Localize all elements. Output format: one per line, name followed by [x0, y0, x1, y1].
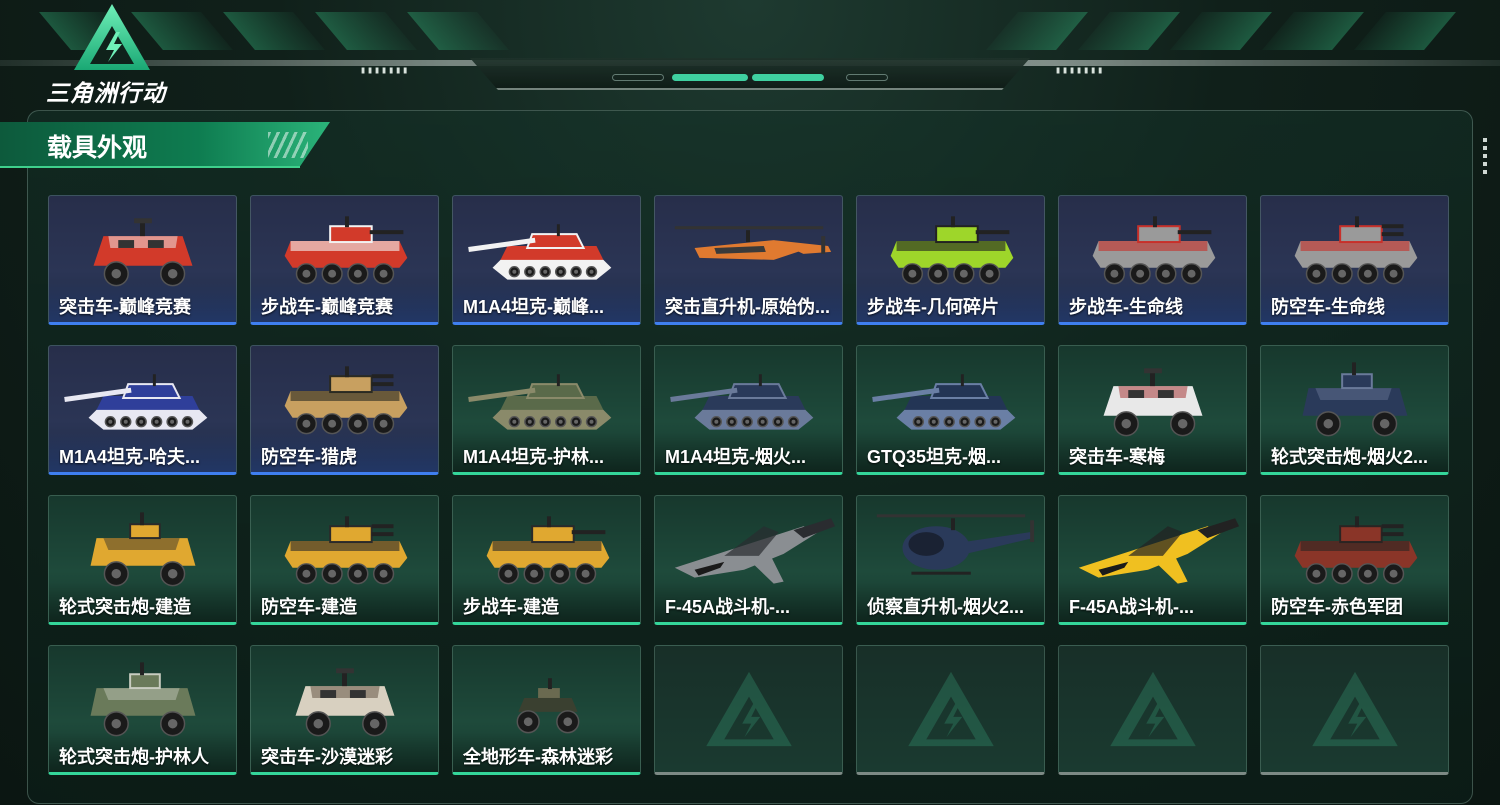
vehicle-skin-card[interactable]: 突击车-沙漠迷彩 [250, 645, 439, 775]
vehicle-skin-name: 突击车-寒梅 [1069, 447, 1165, 467]
vehicle-skin-name: F-45A战斗机-... [1069, 597, 1195, 617]
vehicle-skin-card[interactable]: M1A4坦克-哈夫... [48, 345, 237, 475]
armored-car-icon [93, 218, 193, 287]
vehicle-skin-name: 侦察直升机-烟火2... [867, 597, 1025, 617]
armored-car-icon [295, 668, 395, 737]
vehicle-skin-name: F-45A战斗机-... [665, 597, 791, 617]
ifv-icon [890, 216, 1014, 285]
empty-slot [856, 645, 1045, 775]
header-indicator [612, 74, 664, 81]
header-ticks-right: ▮▮▮▮▮▮▮ [1055, 65, 1105, 76]
vehicle-skin-name: M1A4坦克-护林... [463, 447, 605, 467]
armored-car-icon [1103, 368, 1203, 437]
tank-icon [670, 374, 814, 430]
vehicle-skin-card[interactable]: M1A4坦克-巅峰... [452, 195, 641, 325]
delta-watermark-icon [705, 671, 792, 747]
atv-icon [516, 678, 580, 734]
vehicle-skin-card[interactable]: 步战车-建造 [452, 495, 641, 625]
ifv-icon [1092, 216, 1216, 285]
vehicle-skin-name: M1A4坦克-烟火... [665, 447, 807, 467]
vehicle-skin-card[interactable]: 轮式突击炮-建造 [48, 495, 237, 625]
tank-icon [468, 374, 612, 430]
vehicle-skin-name: GTQ35坦克-烟... [867, 447, 1002, 467]
empty-slot [654, 645, 843, 775]
delta-watermark-icon [1311, 671, 1398, 747]
empty-slot [1260, 645, 1449, 775]
vehicle-skin-name: 突击车-沙漠迷彩 [261, 747, 393, 767]
vehicle-skin-name: 轮式突击炮-烟火2... [1271, 447, 1429, 467]
vehicle-skin-card[interactable]: 步战车-巅峰竞赛 [250, 195, 439, 325]
game-logo: 三角洲行动 [42, 2, 182, 106]
vehicle-skin-name: 步战车-巅峰竞赛 [261, 297, 393, 317]
vehicle-skin-card[interactable]: 防空车-生命线 [1260, 195, 1449, 325]
vehicle-skin-card[interactable]: F-45A战斗机-... [1058, 495, 1247, 625]
fighter-jet-icon [674, 518, 836, 584]
vehicle-skin-card[interactable]: GTQ35坦克-烟... [856, 345, 1045, 475]
anti-air-icon [284, 366, 408, 435]
empty-slot [1058, 645, 1247, 775]
vehicle-skin-grid: 突击车-巅峰竞赛 步战车-巅峰竞赛 M1A4坦克-巅峰... 突击直升机-原始伪… [48, 195, 1449, 775]
vehicle-skin-name: 防空车-生命线 [1271, 297, 1385, 317]
ifv-icon [486, 516, 610, 585]
vehicle-skin-card[interactable]: 轮式突击炮-护林人 [48, 645, 237, 775]
vehicle-skin-card[interactable]: 防空车-赤色军团 [1260, 495, 1449, 625]
vehicle-skin-card[interactable]: M1A4坦克-烟火... [654, 345, 843, 475]
ifv-icon [284, 216, 408, 285]
fighter-jet-icon [1078, 518, 1240, 584]
vehicle-skin-name: M1A4坦克-哈夫... [59, 447, 201, 467]
vehicle-skin-card[interactable]: 防空车-建造 [250, 495, 439, 625]
vehicle-skin-name: 全地形车-森林迷彩 [463, 747, 613, 767]
vehicle-skin-name: 突击车-巅峰竞赛 [59, 297, 191, 317]
scrollbar-handle[interactable] [1483, 138, 1487, 178]
vehicle-skin-card[interactable]: 突击车-寒梅 [1058, 345, 1247, 475]
anti-air-icon [284, 516, 408, 585]
vehicle-skin-card[interactable]: 步战车-生命线 [1058, 195, 1247, 325]
tank-icon [468, 224, 612, 280]
wheeled-gun-icon [1302, 362, 1408, 437]
header-notch [470, 58, 1030, 90]
vehicle-skin-card[interactable]: F-45A战斗机-... [654, 495, 843, 625]
vehicle-skin-card[interactable]: 步战车-几何碎片 [856, 195, 1045, 325]
delta-logo-icon [74, 4, 150, 70]
delta-watermark-icon [1109, 671, 1196, 747]
vehicle-skin-name: 防空车-赤色军团 [1271, 597, 1403, 617]
vehicle-skin-card[interactable]: 防空车-猎虎 [250, 345, 439, 475]
vehicle-skin-name: 步战车-几何碎片 [867, 297, 999, 317]
vehicle-skin-name: 步战车-建造 [463, 597, 559, 617]
vehicle-skin-card[interactable]: 侦察直升机-烟火2... [856, 495, 1045, 625]
vehicle-skin-name: M1A4坦克-巅峰... [463, 297, 605, 317]
section-header: 载具外观 [0, 122, 330, 174]
header-stripes-right [986, 12, 1456, 50]
vehicle-skin-name: 步战车-生命线 [1069, 297, 1183, 317]
tank-icon [64, 374, 208, 430]
wheeled-gun-icon [90, 512, 196, 587]
logo-text: 三角洲行动 [46, 80, 166, 106]
vehicle-skin-name: 防空车-猎虎 [261, 447, 357, 467]
header-indicator-active [672, 74, 748, 81]
vehicle-skin-name: 突击直升机-原始伪... [665, 297, 830, 317]
attack-helicopter-icon [674, 226, 832, 260]
header-indicator [846, 74, 888, 81]
vehicle-skin-name: 轮式突击炮-护林人 [59, 747, 209, 767]
anti-air-icon [1294, 216, 1418, 285]
vehicle-skin-name: 轮式突击炮-建造 [59, 597, 191, 617]
vehicle-skin-name: 防空车-建造 [261, 597, 357, 617]
delta-watermark-icon [907, 671, 994, 747]
header-indicator-active [752, 74, 824, 81]
wheeled-gun-icon [90, 662, 196, 737]
scout-helicopter-icon [876, 514, 1035, 575]
anti-air-icon [1294, 516, 1418, 585]
tank-icon [872, 374, 1016, 430]
vehicle-skin-card[interactable]: 突击直升机-原始伪... [654, 195, 843, 325]
vehicle-skin-card[interactable]: 轮式突击炮-烟火2... [1260, 345, 1449, 475]
vehicle-skin-card[interactable]: M1A4坦克-护林... [452, 345, 641, 475]
vehicle-skin-card[interactable]: 全地形车-森林迷彩 [452, 645, 641, 775]
header: ▮▮▮▮▮▮▮ ▮▮▮▮▮▮▮ [0, 0, 1500, 105]
vehicle-skin-card[interactable]: 突击车-巅峰竞赛 [48, 195, 237, 325]
header-ticks-left: ▮▮▮▮▮▮▮ [360, 65, 410, 76]
section-title: 载具外观 [47, 134, 148, 162]
